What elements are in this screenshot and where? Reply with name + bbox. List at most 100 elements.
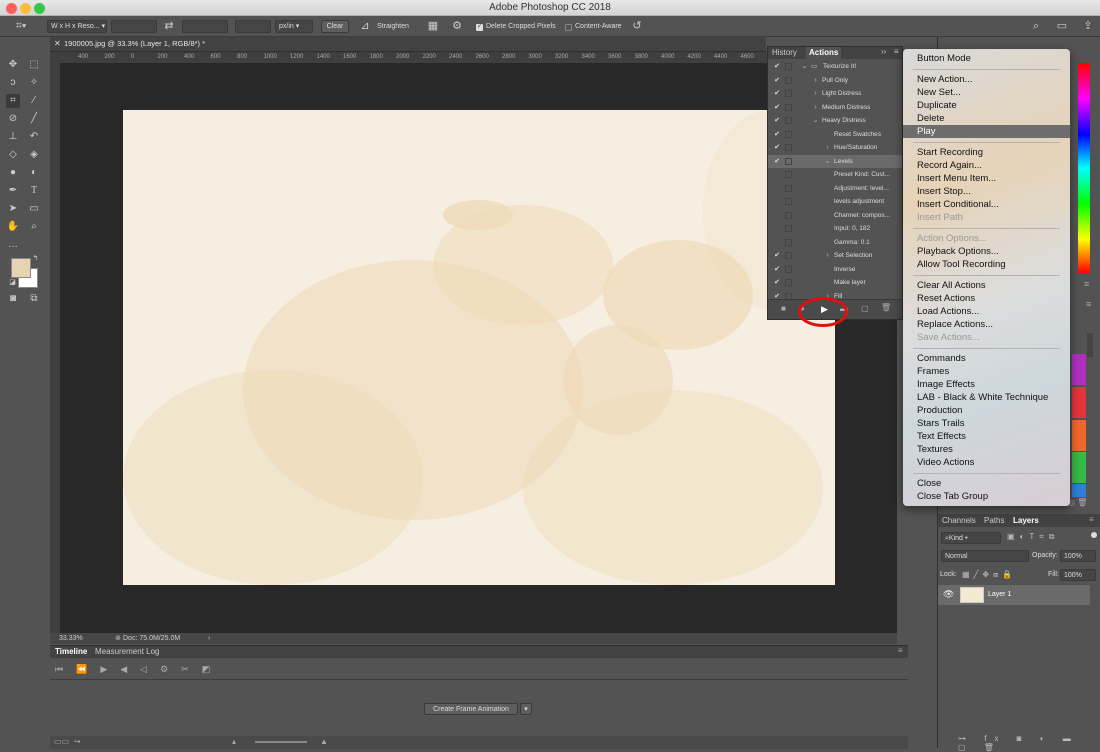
menu-item[interactable]: Insert Conditional... xyxy=(903,198,1070,211)
menu-item[interactable]: Allow Tool Recording xyxy=(903,258,1070,271)
menu-item[interactable]: LAB - Black & White Technique xyxy=(903,391,1070,404)
document-tab[interactable]: ✕ 1900005.jpg @ 33.3% (Layer 1, RGB/8*) … xyxy=(50,37,766,52)
tab-actions[interactable]: Actions xyxy=(806,47,842,59)
lasso-tool-icon[interactable]: ↄ xyxy=(6,76,20,90)
menu-item[interactable]: Image Effects xyxy=(903,378,1070,391)
chevron-down-icon[interactable]: ⌄ xyxy=(812,114,819,128)
resolution-field[interactable] xyxy=(235,20,271,33)
previous-frame-icon[interactable]: ⏪ xyxy=(76,664,100,674)
healing-brush-tool-icon[interactable]: ⊘ xyxy=(6,112,20,126)
clone-stamp-tool-icon[interactable]: ⊥ xyxy=(6,130,20,144)
action-row[interactable]: Channel: compos... xyxy=(768,209,902,223)
minimize-window-button[interactable] xyxy=(20,3,31,14)
doc-size-info[interactable]: Doc: 75.0M/25.0M xyxy=(123,633,180,644)
swatches-scrollbar[interactable] xyxy=(1087,333,1093,357)
first-frame-icon[interactable]: ⏮ xyxy=(55,664,76,674)
dialog-toggle-box[interactable] xyxy=(785,225,792,232)
layers-menu-icon[interactable]: ≡ xyxy=(1089,515,1094,524)
blend-mode-select[interactable]: Normal xyxy=(941,550,1029,562)
visibility-eye-icon[interactable]: 👁 xyxy=(943,589,954,600)
menu-item[interactable]: Insert Menu Item... xyxy=(903,172,1070,185)
menu-item[interactable]: Textures xyxy=(903,443,1070,456)
foreground-color-swatch[interactable] xyxy=(11,258,31,278)
layer-filter-select[interactable]: ⌕Kind ▾ xyxy=(941,532,1001,544)
more-tools-icon[interactable]: … xyxy=(6,238,20,252)
action-row[interactable]: ✔ ›Set Selection xyxy=(768,249,902,263)
menu-item[interactable]: Video Actions xyxy=(903,456,1070,469)
magic-wand-tool-icon[interactable]: ✧ xyxy=(27,76,41,90)
paint-bucket-tool-icon[interactable]: ◈ xyxy=(27,148,41,162)
menu-item[interactable]: Button Mode xyxy=(903,52,1070,65)
quick-mask-icon[interactable]: ◙ xyxy=(6,292,20,306)
collapse-panel-icon[interactable]: ›› xyxy=(881,47,886,56)
action-row[interactable]: Adjustment: level... xyxy=(768,182,902,196)
menu-item[interactable]: Stars Trails xyxy=(903,417,1070,430)
document-image[interactable] xyxy=(123,110,835,585)
filter-toggle[interactable] xyxy=(1091,532,1097,538)
menu-item[interactable]: Replace Actions... xyxy=(903,318,1070,331)
action-row[interactable]: levels adjustment xyxy=(768,195,902,209)
ratio-select[interactable]: W x H x Reso... ▾ xyxy=(47,20,107,33)
zoom-tool-icon[interactable]: ⌕ xyxy=(27,220,41,234)
tab-history[interactable]: History xyxy=(772,48,797,57)
tab-timeline[interactable]: Timeline xyxy=(55,647,87,656)
straighten-label[interactable]: Straighten xyxy=(377,20,409,33)
convert-frames-icon[interactable]: ▭▭ xyxy=(54,737,69,746)
menu-item[interactable]: Play xyxy=(903,125,1070,138)
render-video-icon[interactable]: ↪ xyxy=(74,737,81,746)
menu-item[interactable]: Close Tab Group xyxy=(903,490,1070,503)
menu-item[interactable]: Record Again... xyxy=(903,159,1070,172)
chevron-right-icon[interactable]: › xyxy=(812,87,819,101)
dialog-toggle-box[interactable] xyxy=(785,90,792,97)
clear-button[interactable]: Clear xyxy=(321,20,349,33)
marquee-tool-icon[interactable]: ⬚ xyxy=(27,58,41,72)
search-icon[interactable]: ⌕ xyxy=(1029,20,1043,33)
opacity-field[interactable]: 100% xyxy=(1060,550,1096,562)
gear-icon[interactable]: ⚙ xyxy=(450,20,464,33)
action-row[interactable]: Preset Kind: Cust... xyxy=(768,168,902,182)
reset-icon[interactable]: ↺ xyxy=(630,20,644,33)
swatch-purple[interactable] xyxy=(1072,354,1086,385)
menu-item[interactable]: Load Actions... xyxy=(903,305,1070,318)
crop-tool-preset-icon[interactable]: ⌗▾ xyxy=(10,20,32,33)
chevron-right-icon[interactable]: › xyxy=(812,74,819,88)
zoom-out-timeline-icon[interactable]: ▴ xyxy=(232,737,236,746)
blur-tool-icon[interactable]: ● xyxy=(6,166,20,180)
transition-icon[interactable]: ◩ xyxy=(202,664,224,674)
rectangle-tool-icon[interactable]: ▭ xyxy=(27,202,41,216)
swatch-blue[interactable] xyxy=(1072,484,1086,497)
dialog-toggle-box[interactable] xyxy=(785,117,792,124)
action-row[interactable]: ✔ ⌄ ▭ Texturize It! xyxy=(768,60,902,74)
width-field[interactable] xyxy=(111,20,157,33)
swatch-red[interactable] xyxy=(1072,387,1086,418)
action-toggle-check[interactable]: ✔ xyxy=(773,101,781,115)
menu-item[interactable]: Clear All Actions xyxy=(903,279,1070,292)
delete-cropped-checkbox[interactable]: ✓ xyxy=(476,24,483,31)
action-row[interactable]: Input: 0, 182 xyxy=(768,222,902,236)
layers-footer-icons[interactable]: ⊶ fx ◙ ◐ ▬ ▢ 🗑 xyxy=(958,734,1100,752)
menu-item[interactable]: New Action... xyxy=(903,73,1070,86)
menu-item[interactable]: Insert Stop... xyxy=(903,185,1070,198)
straighten-icon[interactable]: ⊿ xyxy=(358,20,372,33)
action-row[interactable]: ✔ ⌄ Levels xyxy=(768,154,902,169)
dialog-toggle-box[interactable] xyxy=(785,171,792,178)
brush-tool-icon[interactable]: ╱ xyxy=(27,112,41,126)
menu-item[interactable]: Commands xyxy=(903,352,1070,365)
chevron-right-icon[interactable]: › xyxy=(824,141,831,155)
action-row[interactable]: ✔ Reset Swatches xyxy=(768,128,902,142)
dialog-toggle-box[interactable] xyxy=(785,279,792,286)
chevron-down-icon[interactable]: ⌄ xyxy=(824,155,831,169)
tab-measurement-log[interactable]: Measurement Log xyxy=(95,647,159,656)
action-toggle-check[interactable]: ✔ xyxy=(773,74,781,88)
tab-channels[interactable]: Channels xyxy=(942,516,976,525)
split-icon[interactable]: ✂ xyxy=(181,664,202,674)
action-row[interactable]: ✔ ⌄ Heavy Distress xyxy=(768,114,902,128)
chevron-down-icon[interactable]: ⌄ xyxy=(801,60,808,74)
create-frame-animation-button[interactable]: Create Frame Animation xyxy=(424,703,518,715)
dialog-toggle-box[interactable] xyxy=(785,103,792,111)
library-icon[interactable]: ≡ xyxy=(1086,299,1098,311)
pen-tool-icon[interactable]: ✒ xyxy=(6,184,20,198)
menu-item[interactable]: Start Recording xyxy=(903,146,1070,159)
default-colors-icon[interactable]: ◪ xyxy=(8,278,17,287)
status-menu-chevron-icon[interactable]: › xyxy=(208,633,210,644)
